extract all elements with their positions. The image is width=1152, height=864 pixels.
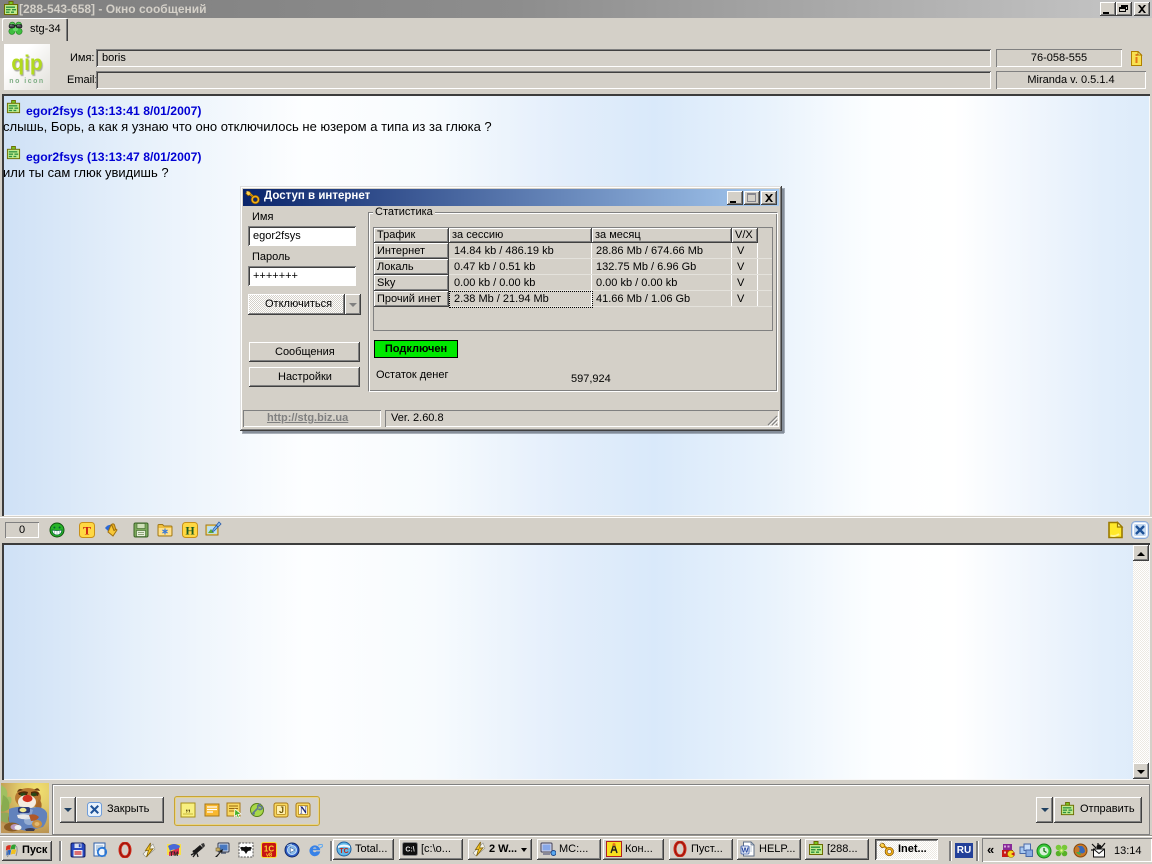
svg-text:v8: v8	[266, 853, 272, 859]
svg-text:,,: ,,	[185, 803, 190, 813]
svg-text:H: H	[185, 524, 195, 538]
svg-text:N: N	[300, 806, 308, 817]
svg-text:C:\: C:\	[405, 847, 414, 854]
svg-text:T: T	[83, 524, 91, 538]
svg-text:W: W	[741, 846, 749, 855]
svg-text:J: J	[279, 805, 284, 815]
svg-text:ТМ: ТМ	[170, 852, 179, 858]
svg-text:TC: TC	[339, 848, 348, 855]
